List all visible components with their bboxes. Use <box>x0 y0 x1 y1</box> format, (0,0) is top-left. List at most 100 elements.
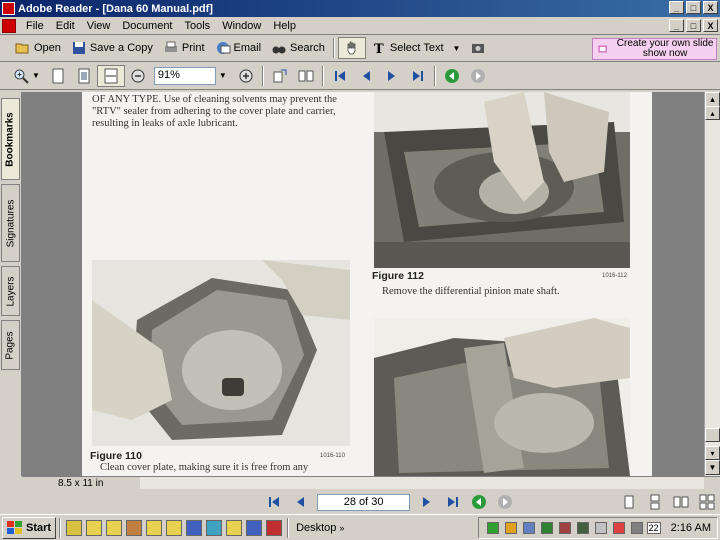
word-document-icon[interactable] <box>186 519 203 536</box>
save-copy-button[interactable]: Save a Copy <box>66 37 158 59</box>
email-button[interactable]: Email <box>210 37 267 59</box>
maximize-button[interactable]: □ <box>686 1 701 14</box>
menu-bar: File Edit View Document Tools Window Hel… <box>0 17 720 35</box>
nav-last-page-button[interactable] <box>440 491 466 513</box>
menu-document[interactable]: Document <box>116 20 178 32</box>
chevron-down-icon[interactable]: ▼ <box>453 44 461 53</box>
scroll-up-button[interactable]: ▲ <box>705 92 720 107</box>
tray-icon[interactable] <box>558 522 571 534</box>
folder-icon[interactable] <box>226 519 243 536</box>
continuous-view-button[interactable] <box>293 65 319 87</box>
create-slideshow-promo[interactable]: Create your own slide show now <box>592 38 717 60</box>
scroll-down-button[interactable]: ▼ <box>705 460 720 475</box>
previous-page-icon <box>362 70 370 81</box>
continuous-layout-button[interactable] <box>642 491 668 513</box>
tray-icon[interactable] <box>504 522 517 534</box>
windows-logo-icon <box>7 520 22 534</box>
word-document-icon[interactable] <box>246 519 263 536</box>
tab-bookmarks[interactable]: Bookmarks <box>1 98 20 180</box>
menu-file[interactable]: File <box>20 20 50 32</box>
menu-window[interactable]: Window <box>216 20 267 32</box>
doc-restore-button[interactable]: □ <box>686 19 701 32</box>
page-number-input[interactable]: 28 of 30 <box>316 493 411 511</box>
fit-width-button[interactable] <box>96 64 125 87</box>
menu-edit[interactable]: Edit <box>50 20 81 32</box>
menu-view[interactable]: View <box>81 20 117 32</box>
horizontal-scrollbar[interactable] <box>140 477 704 489</box>
last-page-icon <box>412 70 423 81</box>
next-page-button[interactable] <box>379 65 405 87</box>
open-button[interactable]: Open <box>10 37 66 59</box>
scroll-thumb[interactable] <box>705 428 720 442</box>
previous-view-button[interactable] <box>439 65 465 87</box>
tool-icon[interactable] <box>126 519 143 536</box>
zoom-in-button[interactable] <box>233 65 259 87</box>
snapshot-tool-button[interactable] <box>465 37 491 59</box>
tab-signatures[interactable]: Signatures <box>1 184 20 262</box>
text-cursor-icon: T <box>374 42 384 56</box>
window-title: Adobe Reader - [Dana 60 Manual.pdf] <box>18 2 213 15</box>
facing-layout-button[interactable] <box>668 491 694 513</box>
toolbar-separator <box>332 38 335 58</box>
zoom-tool-dropdown-icon[interactable]: ▼ <box>32 71 40 80</box>
single-page-layout-button[interactable] <box>616 491 642 513</box>
desktop-toolbar-label[interactable]: Desktop <box>296 522 336 534</box>
figure-113-photo <box>374 318 630 476</box>
scroll-page-up-button[interactable]: ▴ <box>705 106 720 120</box>
figure-112-photo <box>374 92 630 268</box>
fit-page-button[interactable] <box>71 65 97 87</box>
tab-pages[interactable]: Pages <box>1 320 20 370</box>
tray-icon[interactable] <box>486 522 499 534</box>
tab-layers[interactable]: Layers <box>1 266 20 316</box>
search-button[interactable]: Search <box>266 37 330 59</box>
previous-page-button[interactable] <box>353 65 379 87</box>
document-icon[interactable] <box>2 18 16 33</box>
tray-icon[interactable] <box>594 522 607 534</box>
tray-icon[interactable] <box>576 522 589 534</box>
close-button[interactable]: X <box>703 1 718 14</box>
notepad-icon[interactable] <box>206 519 223 536</box>
tray-icon[interactable] <box>540 522 553 534</box>
folder-icon[interactable] <box>166 519 183 536</box>
nav-previous-page-button[interactable] <box>287 491 313 513</box>
nav-previous-view-button[interactable] <box>466 491 492 513</box>
quicklaunch-icon[interactable] <box>66 519 83 536</box>
minimize-button[interactable]: _ <box>669 1 684 14</box>
nav-next-view-button[interactable] <box>492 491 518 513</box>
next-view-button[interactable] <box>465 65 491 87</box>
select-text-button[interactable]: T Select Text ▼ <box>366 37 466 59</box>
zoom-tool-button[interactable]: ▼ <box>8 65 45 87</box>
adobe-pdf-icon[interactable] <box>266 519 283 536</box>
zoom-level-input[interactable]: 91% <box>153 66 216 85</box>
folder-icon[interactable] <box>106 519 123 536</box>
menu-help[interactable]: Help <box>267 20 302 32</box>
zoom-dropdown-icon[interactable]: ▼ <box>219 71 227 80</box>
print-button[interactable]: Print <box>158 37 210 59</box>
next-page-icon <box>423 497 431 507</box>
tray-icon[interactable] <box>612 522 625 534</box>
scroll-page-down-button[interactable]: ▾ <box>705 446 720 460</box>
rotate-view-button[interactable] <box>267 65 293 87</box>
doc-minimize-button[interactable]: _ <box>669 19 684 32</box>
nav-first-page-button[interactable] <box>261 491 287 513</box>
speaker-icon[interactable] <box>630 522 643 534</box>
tray-icon[interactable] <box>522 522 535 534</box>
binoculars-icon <box>272 46 286 54</box>
first-page-button[interactable] <box>327 65 353 87</box>
nav-next-page-button[interactable] <box>414 491 440 513</box>
folder-icon[interactable] <box>146 519 163 536</box>
doc-close-button[interactable]: X <box>703 19 718 32</box>
last-page-button[interactable] <box>405 65 431 87</box>
tray-calendar-day[interactable]: 22 <box>646 522 661 534</box>
menu-tools[interactable]: Tools <box>179 20 217 32</box>
actual-size-button[interactable] <box>45 65 71 87</box>
chevron-right-icon[interactable]: » <box>339 523 344 533</box>
hand-tool-button[interactable] <box>337 37 366 59</box>
system-clock[interactable]: 2:16 AM <box>671 522 711 534</box>
document-view[interactable]: OF ANY TYPE. Use of cleaning solvents ma… <box>22 92 704 476</box>
vertical-scrollbar[interactable]: ▲ ▴ ▾ ▼ <box>704 92 720 476</box>
folder-icon[interactable] <box>86 519 103 536</box>
continuous-facing-layout-button[interactable] <box>694 491 720 513</box>
start-button[interactable]: Start <box>2 516 57 539</box>
zoom-out-button[interactable] <box>125 65 151 87</box>
